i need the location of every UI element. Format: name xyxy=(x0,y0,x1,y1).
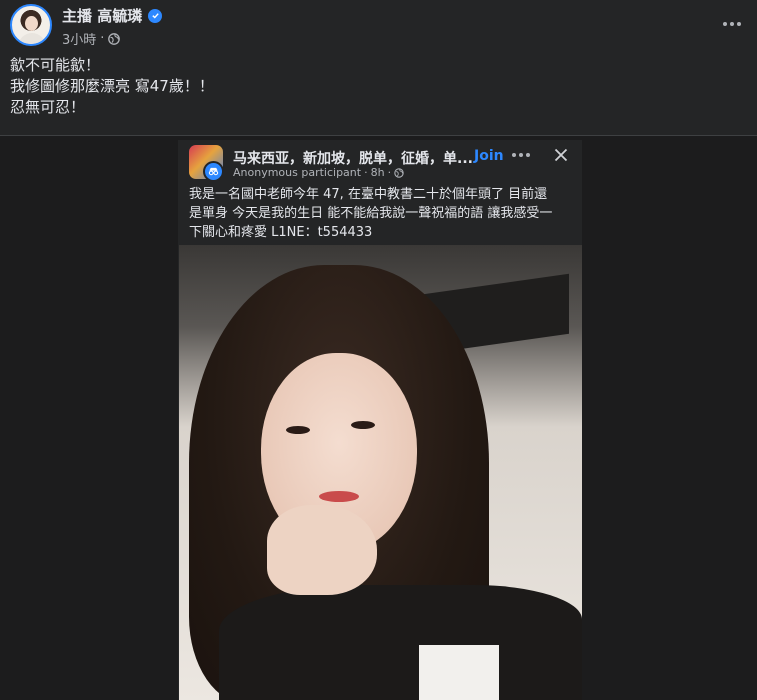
globe-icon xyxy=(394,167,404,178)
avatar-shoulders xyxy=(18,33,46,44)
meta-separator: · xyxy=(100,31,105,46)
shared-timestamp: 8h xyxy=(370,166,385,179)
post-meta: 3小時 · xyxy=(62,29,121,48)
shared-text-line: 是單身 今天是我的生日 能不能給我說一聲祝福的語 讓我感受一 xyxy=(189,206,553,221)
post-line: 我修圖修那麼漂亮 寫47歲！！ xyxy=(10,77,214,95)
author-name[interactable]: 主播 高毓璘 xyxy=(62,5,142,26)
shared-more-icon xyxy=(512,153,530,157)
meta-separator: · xyxy=(387,166,392,179)
shared-screenshot: 马来西亚，新加坡，脱单，征婚，单... Join Anonymous parti… xyxy=(178,140,582,700)
post-timestamp[interactable]: 3小時 xyxy=(62,29,96,48)
globe-icon xyxy=(108,32,121,45)
post-line: 歙不可能歙！ xyxy=(10,56,101,74)
shared-text-line: 我是一名國中老師今年 47, 在臺中教書二十於個年頭了 目前還 xyxy=(189,187,548,202)
anonymous-poster: Anonymous participant xyxy=(233,166,362,179)
author-avatar[interactable] xyxy=(10,4,52,46)
close-icon xyxy=(554,148,568,162)
shared-post-text: 我是一名國中老師今年 47, 在臺中教書二十於個年頭了 目前還 是單身 今天是我… xyxy=(189,185,575,242)
anonymous-icon xyxy=(203,161,224,182)
avatar-face xyxy=(25,16,38,31)
post-line: 忍無可忍！ xyxy=(10,98,86,116)
shared-post-meta: Anonymous participant · 8h · xyxy=(233,166,404,179)
selfie-photo xyxy=(179,245,582,700)
join-button: Join xyxy=(474,148,504,164)
author-row: 主播 高毓璘 xyxy=(62,5,163,26)
verified-badge-icon xyxy=(148,8,163,23)
post-header: 主播 高毓璘 3小時 · xyxy=(0,0,757,55)
group-name: 马来西亚，新加坡，脱单，征婚，单... xyxy=(233,151,473,167)
meta-separator: · xyxy=(364,166,368,179)
more-options-icon[interactable] xyxy=(716,12,748,36)
shared-text-line: 下關心和疼愛 L1NE：t554433 xyxy=(189,225,373,240)
post-body: 歙不可能歙！ 我修圖修那麼漂亮 寫47歲！！ 忍無可忍！ xyxy=(10,55,214,118)
